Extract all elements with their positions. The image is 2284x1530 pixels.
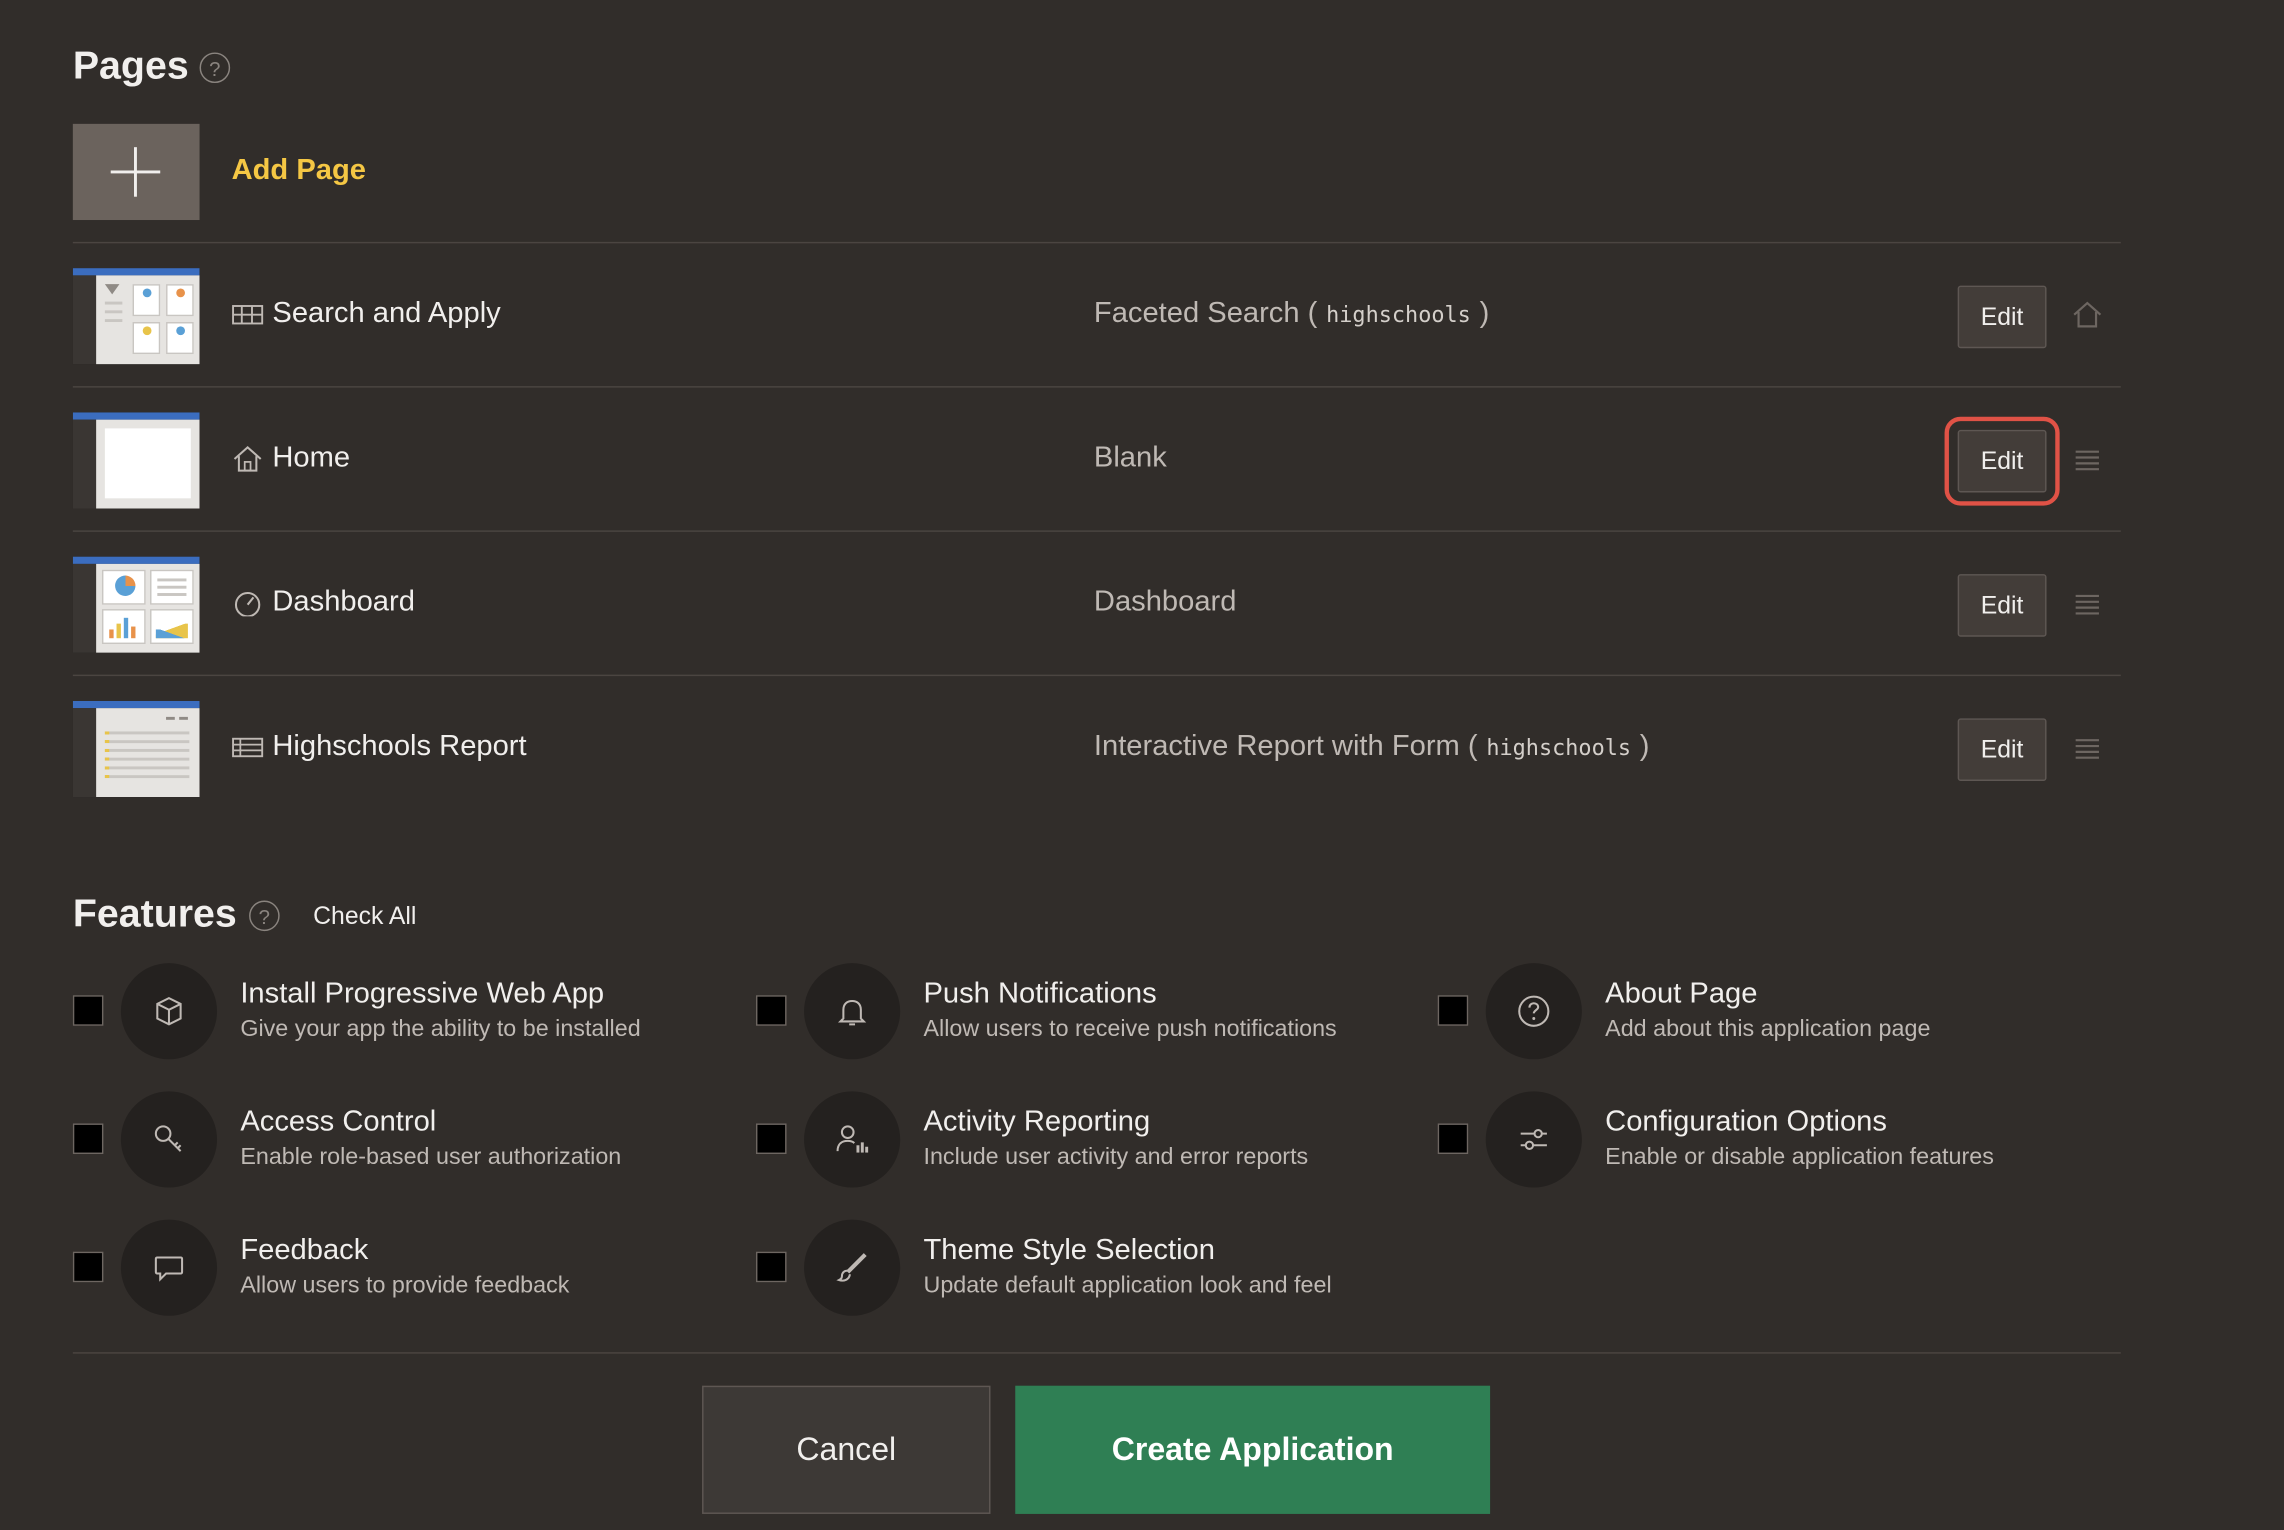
feature-activity-reporting: Activity Reporting Include user activity… — [755, 1091, 1426, 1193]
page-thumbnail-dashboard — [72, 556, 200, 653]
feature-checkbox[interactable] — [755, 1251, 787, 1283]
feature-checkbox[interactable] — [755, 1123, 787, 1155]
drag-handle-icon[interactable] — [2071, 589, 2103, 618]
create-application-wizard: Pages ? Add Page Search and Apply Facete… — [0, 0, 2284, 1530]
feature-push-notifications: Push Notifications Allow users to receiv… — [755, 963, 1426, 1065]
edit-button[interactable]: Edit — [1957, 574, 2047, 637]
page-type: Dashboard — [1093, 585, 1237, 618]
feature-title: About Page — [1605, 977, 1758, 1010]
page-type: Interactive Report with Form (highschool… — [1093, 730, 1650, 763]
feature-checkbox[interactable] — [72, 1251, 104, 1283]
feature-title: Feedback — [240, 1234, 369, 1267]
feature-title: Configuration Options — [1605, 1105, 1887, 1138]
feature-description: Add about this application page — [1605, 1017, 1931, 1042]
edit-button[interactable]: Edit — [1957, 718, 2047, 782]
page-name: Dashboard — [272, 585, 415, 618]
dashboard-icon — [234, 592, 261, 617]
edit-button[interactable]: Edit — [1944, 416, 2060, 506]
home-icon — [233, 445, 262, 472]
feature-checkbox[interactable] — [72, 995, 104, 1026]
feature-about-page: About Page Add about this application pa… — [1437, 963, 2108, 1065]
chat-bubble-icon — [120, 1219, 218, 1316]
feature-description: Enable role-based user authorization — [240, 1145, 622, 1171]
feature-description: Include user activity and error reports — [923, 1145, 1309, 1171]
sliders-icon — [1485, 1091, 1582, 1188]
key-icon — [120, 1091, 218, 1188]
drag-handle-icon[interactable] — [2071, 444, 2103, 473]
feature-checkbox[interactable] — [1437, 1123, 1469, 1155]
feature-checkbox[interactable] — [1437, 995, 1469, 1026]
edit-button[interactable]: Edit — [1957, 285, 2047, 349]
features-title: Features — [72, 891, 237, 936]
feature-feedback: Feedback Allow users to provide feedback — [72, 1219, 743, 1322]
cancel-button[interactable]: Cancel — [702, 1385, 991, 1514]
features-help-icon[interactable]: ? — [249, 900, 280, 932]
page-thumbnail-blank — [72, 412, 200, 509]
feature-title: Access Control — [240, 1105, 437, 1138]
check-all-link[interactable]: Check All — [313, 902, 416, 931]
pages-title: Pages — [72, 43, 189, 88]
page-thumbnail-report — [72, 700, 200, 798]
feature-title: Push Notifications — [923, 977, 1157, 1010]
feature-checkbox[interactable] — [755, 995, 787, 1026]
feature-access-control: Access Control Enable role-based user au… — [72, 1091, 743, 1193]
feature-configuration-options: Configuration Options Enable or disable … — [1437, 1091, 2108, 1193]
feature-install-pwa: Install Progressive Web App Give your ap… — [72, 963, 743, 1065]
home-icon — [2073, 301, 2102, 328]
user-chart-icon — [804, 1091, 901, 1188]
page-row-highschools-report: Highschools Report Interactive Report wi… — [72, 676, 2121, 819]
page-thumbnail-faceted-search — [72, 268, 200, 365]
drag-handle-icon[interactable] — [2071, 733, 2103, 762]
pages-help-icon[interactable]: ? — [199, 52, 231, 84]
page-type: Faceted Search (highschools) — [1093, 297, 1490, 330]
bell-icon — [804, 963, 901, 1060]
feature-title: Activity Reporting — [923, 1105, 1151, 1138]
page-name: Home — [272, 441, 351, 474]
feature-checkbox[interactable] — [72, 1123, 104, 1155]
page-name: Search and Apply — [272, 297, 501, 330]
faceted-search-icon — [232, 305, 264, 325]
feature-theme-style-selection: Theme Style Selection Update default app… — [755, 1219, 1426, 1322]
question-icon — [1485, 963, 1582, 1060]
create-application-button[interactable]: Create Application — [1015, 1385, 1491, 1514]
feature-description: Allow users to receive push notification… — [923, 1017, 1337, 1042]
add-page-link[interactable]: Add Page — [232, 154, 366, 188]
feature-title: Install Progressive Web App — [240, 977, 605, 1010]
page-type: Blank — [1093, 441, 1167, 474]
feature-title: Theme Style Selection — [923, 1234, 1215, 1267]
table-name: highschools — [1326, 301, 1471, 328]
feature-description: Allow users to provide feedback — [240, 1273, 570, 1299]
package-icon — [120, 963, 218, 1060]
report-icon — [232, 737, 264, 758]
feature-description: Enable or disable application features — [1605, 1145, 1994, 1171]
feature-description: Give your app the ability to be installe… — [240, 1017, 641, 1042]
add-page-tile[interactable] — [72, 123, 200, 221]
page-row-search-and-apply: Search and Apply Faceted Search (highsch… — [72, 243, 2121, 386]
page-row-dashboard: Dashboard Dashboard Edit — [72, 532, 2121, 675]
page-row-home: Home Blank Edit — [72, 388, 2121, 531]
table-name: highschools — [1486, 734, 1632, 761]
brush-icon — [804, 1219, 901, 1316]
page-name: Highschools Report — [272, 730, 527, 763]
feature-description: Update default application look and feel — [923, 1273, 1332, 1299]
